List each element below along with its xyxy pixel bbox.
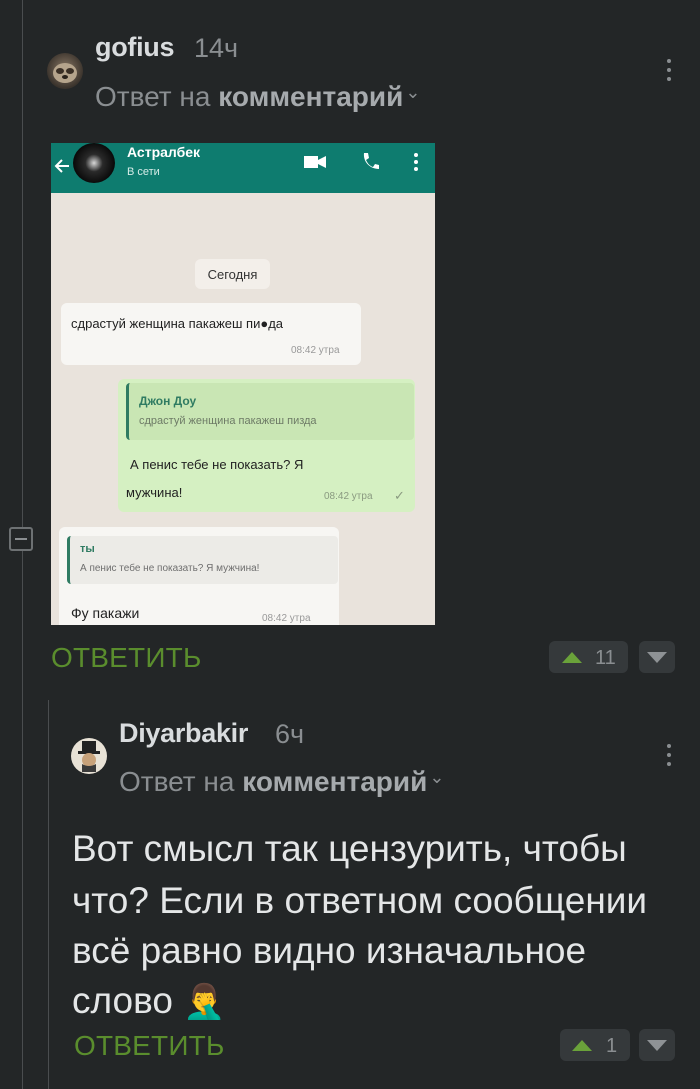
reply-to-link[interactable]: Ответ на комментарий ⌄ [95, 81, 420, 113]
phone-icon [363, 153, 379, 169]
quote-text: сдрастуй женщина пакажеш пизда [139, 415, 317, 427]
avatar[interactable] [71, 738, 107, 774]
message-text: сдрастуй женщина пакажеш пи●да [71, 316, 284, 331]
thread-line-root-lower [22, 551, 23, 1089]
reply-to-prefix: Ответ на [119, 766, 235, 797]
username[interactable]: gofius [95, 32, 174, 63]
read-check-icon: ✓ [394, 488, 405, 503]
chevron-down-icon: ⌄ [429, 767, 445, 787]
more-options-icon[interactable] [666, 744, 672, 771]
downvote-button[interactable] [639, 641, 675, 673]
arrow-down-icon [647, 652, 667, 663]
chat-header: Астралбек В сети [51, 143, 435, 193]
chevron-down-icon: ⌄ [405, 82, 421, 102]
menu-icon [414, 153, 418, 171]
reply-button[interactable]: ОТВЕТИТЬ [51, 642, 202, 674]
arrow-up-icon [572, 1040, 592, 1051]
message-time: 08:42 утра [324, 491, 373, 502]
incoming-message: сдрастуй женщина пакажеш пи●да 08:42 утр… [61, 303, 361, 365]
username[interactable]: Diyarbakir [119, 718, 248, 749]
facepalm-emoji-icon: 🤦‍♂️ [183, 983, 226, 1021]
back-arrow-icon [54, 159, 69, 173]
date-chip-label: Сегодня [207, 267, 258, 282]
upvote-button[interactable]: 1 [560, 1029, 630, 1061]
comment-time: 14ч [194, 33, 239, 63]
contact-avatar [73, 143, 115, 183]
thread-line-nested [48, 700, 49, 1089]
quote-author: Джон Доу [139, 394, 197, 408]
outgoing-message: Джон Доу сдрастуй женщина пакажеш пизда … [118, 379, 415, 512]
date-chip: Сегодня [195, 259, 270, 289]
quote-author: ты [80, 543, 95, 555]
quote-text: А пенис тебе не показать? Я мужчина! [80, 563, 260, 574]
comment-time: 6ч [275, 719, 305, 749]
avatar[interactable] [47, 53, 83, 89]
sloth-avatar-icon [53, 63, 77, 83]
attached-image[interactable]: Астралбек В сети Сегодня сдрастуй женщин… [51, 143, 435, 625]
vote-count: 11 [595, 647, 616, 669]
incoming-message: ты А пенис тебе не показать? Я мужчина! … [59, 527, 339, 625]
arrow-up-icon [562, 652, 582, 663]
message-text-line1: А пенис тебе не показать? Я [130, 457, 304, 472]
video-call-icon [304, 156, 326, 168]
quoted-message: Джон Доу сдрастуй женщина пакажеш пизда [126, 383, 414, 440]
vote-count: 1 [606, 1035, 618, 1057]
comment-text-line: Вот смысл так цензурить, чтобы [72, 828, 627, 869]
reply-to-prefix: Ответ на [95, 81, 211, 112]
thread-line-root [22, 0, 23, 527]
comment-text-line: что? Если в ответном сообщении [72, 880, 648, 921]
reply-to-link[interactable]: Ответ на комментарий ⌄ [119, 766, 444, 798]
downvote-button[interactable] [639, 1029, 675, 1061]
reply-to-target: комментарий [218, 81, 404, 112]
message-text-line2: мужчина! [126, 485, 183, 500]
comment-text-line: слово 🤦‍♂️ [72, 975, 226, 1028]
comment-text-last-word: слово [72, 980, 173, 1021]
arrow-down-icon [647, 1040, 667, 1051]
upvote-button[interactable]: 11 [549, 641, 628, 673]
gentleman-avatar-icon [78, 741, 100, 772]
quoted-message: ты А пенис тебе не показать? Я мужчина! [67, 536, 338, 584]
message-text: Фу пакажи [71, 605, 140, 621]
more-options-icon[interactable] [666, 59, 672, 86]
reply-to-target: комментарий [242, 766, 428, 797]
message-time: 08:42 утра [262, 613, 311, 624]
comment-text-line: всё равно видно изначальное [72, 930, 587, 971]
contact-status: В сети [127, 166, 160, 178]
message-time: 08:42 утра [291, 345, 340, 356]
collapse-thread-button[interactable] [9, 527, 33, 551]
contact-name: Астралбек [127, 144, 201, 160]
reply-button[interactable]: ОТВЕТИТЬ [74, 1030, 225, 1062]
